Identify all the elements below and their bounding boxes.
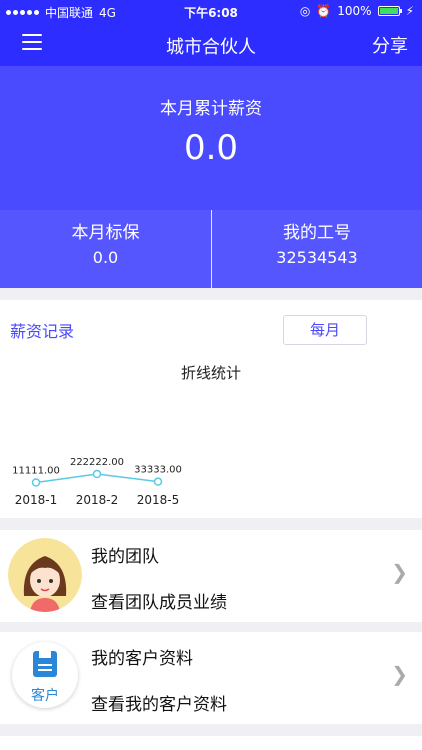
x-tick-label: 2018-5 (137, 493, 180, 507)
monthly-salary-value: 0.0 (183, 128, 239, 168)
stat-standard-premium: 本月标保 0.0 (0, 210, 211, 288)
my-team-title: 我的团队 (91, 547, 159, 567)
lock-rotation-icon: ◎ (299, 4, 311, 18)
data-label: 33333.00 (134, 465, 182, 476)
chart-title: 折线统计 (180, 364, 241, 382)
my-team-subtitle: 查看团队成员业绩 (91, 593, 227, 613)
save-icon (33, 651, 57, 677)
battery-percent: 100% (337, 4, 372, 18)
page-title: 城市合伙人 (166, 37, 256, 58)
monthly-salary-panel: 本月累计薪资 0.0 (0, 66, 422, 210)
period-monthly-button[interactable]: 每月 (283, 315, 367, 345)
stats-row: 本月标保 0.0 我的工号 32534543 (0, 210, 422, 288)
my-clients-subtitle: 查看我的客户资料 (91, 695, 227, 715)
data-point (31, 478, 41, 487)
x-tick-label: 2018-2 (76, 493, 119, 507)
next-card (0, 736, 422, 750)
stat-title: 我的工号 (283, 223, 351, 243)
data-point (92, 469, 102, 479)
stat-employee-id: 我的工号 32534543 (211, 210, 422, 288)
status-bar: 中国联通 4G 下午6:08 ◎ ⏰ 100% ⚡ (0, 0, 422, 22)
battery-icon (377, 6, 402, 16)
avatar (8, 538, 82, 612)
client-badge-label: 客户 (31, 688, 59, 704)
salary-record-card: 薪资记录 每月 折线统计 11111.00 2018-1 222222.00 2018… (0, 300, 422, 518)
stat-value: 0.0 (92, 248, 119, 267)
line-chart: 11111.00 2018-1 222222.00 2018-2 33333.00 201… (12, 457, 182, 507)
chevron-right-icon: ❯ (391, 560, 408, 584)
data-label: 222222.00 (70, 457, 124, 468)
stat-title: 本月标保 (71, 223, 140, 243)
x-tick-label: 2018-1 (15, 493, 58, 507)
my-clients-card[interactable]: 客户 我的客户资料 查看我的客户资料 ❯ (0, 632, 422, 724)
stat-value: 32534543 (276, 248, 358, 267)
data-point (153, 477, 163, 486)
salary-record-title: 薪资记录 (10, 322, 75, 341)
my-clients-title: 我的客户资料 (91, 649, 193, 669)
data-label: 11111.00 (12, 466, 60, 477)
client-badge: 客户 (12, 642, 78, 708)
charging-icon: ⚡ (405, 4, 414, 18)
monthly-salary-label: 本月累计薪资 (160, 99, 262, 119)
nav-bar: 城市合伙人 分享 (0, 22, 422, 66)
my-team-card[interactable]: 我的团队 查看团队成员业绩 ❯ (0, 530, 422, 622)
status-right: ◎ ⏰ 100% ⚡ (300, 4, 414, 18)
alarm-icon: ⏰ (316, 4, 332, 18)
chevron-right-icon: ❯ (391, 662, 408, 686)
share-button[interactable]: 分享 (372, 32, 408, 58)
